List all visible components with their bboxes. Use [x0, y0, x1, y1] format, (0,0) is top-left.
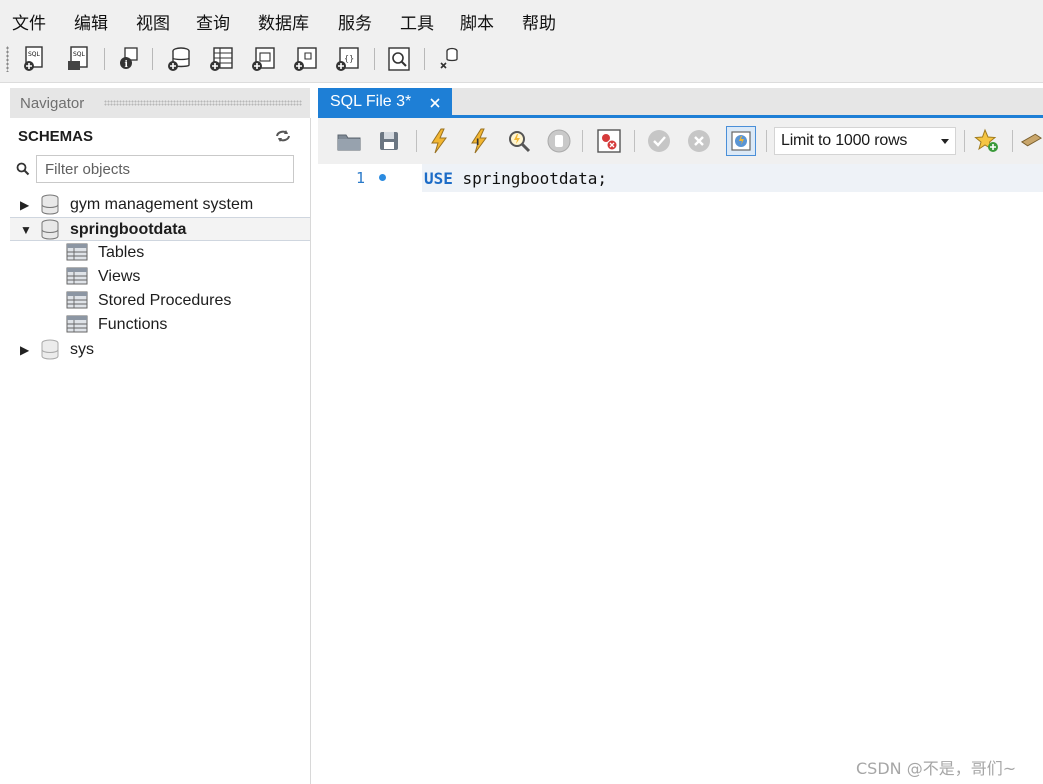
toolbar-separator: [1012, 130, 1013, 152]
tables-folder-icon: [66, 243, 90, 263]
svg-text:SQL: SQL: [73, 51, 86, 58]
execute-all-icon[interactable]: [424, 126, 454, 156]
navigator-grip[interactable]: [104, 100, 302, 106]
tree-item-label: Functions: [98, 316, 168, 333]
create-procedure-icon[interactable]: [290, 44, 320, 74]
line-number: 1: [356, 169, 366, 187]
search-data-icon[interactable]: [384, 44, 414, 74]
rollback-icon[interactable]: [684, 126, 714, 156]
database-icon: [40, 339, 60, 361]
toolbar-separator: [424, 48, 425, 70]
svg-text:SQL: SQL: [28, 51, 41, 58]
svg-text:{}: {}: [344, 54, 354, 63]
toolbar-separator: [634, 130, 635, 152]
menu-scripting[interactable]: 脚本: [460, 9, 494, 34]
schema-springbootdata[interactable]: ▼ springbootdata: [10, 217, 310, 241]
navigator-header: Navigator: [10, 88, 310, 118]
search-icon: [16, 162, 30, 176]
menu-file[interactable]: 文件: [12, 9, 46, 34]
toolbar-separator: [374, 48, 375, 70]
tree-item-functions[interactable]: Functions: [10, 313, 310, 337]
sql-editor-toolbar: I Limit to 1000 rows: [318, 118, 1043, 165]
toolbar-separator: [152, 48, 153, 70]
menu-edit[interactable]: 编辑: [74, 9, 108, 34]
close-icon[interactable]: [428, 96, 442, 110]
menu-help[interactable]: 帮助: [522, 9, 556, 34]
new-sql-tab-icon[interactable]: SQL: [20, 44, 50, 74]
menu-query[interactable]: 查询: [196, 9, 230, 34]
navigator-title: Navigator: [20, 95, 85, 112]
open-sql-script-icon[interactable]: SQL: [64, 44, 94, 74]
menu-bar: 文件 编辑 视图 查询 数据库 服务 工具 脚本 帮助: [0, 0, 1043, 38]
create-schema-icon[interactable]: [164, 44, 194, 74]
watermark: CSDN @不是，哥们~: [856, 759, 1017, 778]
toolbar-separator: [416, 130, 417, 152]
toolbar-grip: [6, 46, 9, 72]
add-snippet-icon[interactable]: [972, 126, 1002, 156]
svg-text:i: i: [125, 60, 129, 70]
toolbar-separator: [104, 48, 105, 70]
tree-item-label: Tables: [98, 244, 145, 261]
explain-icon[interactable]: [504, 126, 534, 156]
statement-marker-icon: [379, 174, 386, 181]
menu-server[interactable]: 服务: [338, 9, 372, 34]
sql-editor[interactable]: 1 USE springbootdata;: [318, 164, 1043, 784]
schema-label: sys: [70, 341, 94, 358]
reconnect-icon[interactable]: [434, 44, 464, 74]
code-text[interactable]: USE springbootdata;: [424, 169, 607, 188]
schema-label: gym management system: [70, 196, 254, 213]
menu-tools[interactable]: 工具: [400, 9, 434, 34]
refresh-icon[interactable]: [274, 128, 292, 144]
schema-gym-management-system[interactable]: ▶ gym management system: [10, 193, 310, 217]
database-icon: [40, 194, 60, 216]
tree-item-views[interactable]: Views: [10, 265, 310, 289]
views-folder-icon: [66, 267, 90, 287]
chevron-down-icon: [941, 139, 949, 144]
beautify-icon[interactable]: [1018, 126, 1043, 156]
create-function-icon[interactable]: {}: [332, 44, 362, 74]
filter-objects-input[interactable]: [43, 156, 287, 182]
svg-text:I: I: [476, 138, 479, 148]
stored-procedures-folder-icon: [66, 291, 90, 311]
code-line[interactable]: 1 USE springbootdata;: [318, 164, 1043, 192]
toolbar-separator: [766, 130, 767, 152]
tree-item-stored-procedures[interactable]: Stored Procedures: [10, 289, 310, 313]
commit-icon[interactable]: [644, 126, 674, 156]
toolbar-separator: [582, 130, 583, 152]
create-view-icon[interactable]: [248, 44, 278, 74]
navigator-panel: SCHEMAS ▶ gym management system ▼ spring…: [10, 118, 311, 784]
execute-current-icon[interactable]: I: [464, 126, 494, 156]
toggle-stop-on-error-icon[interactable]: [594, 126, 624, 156]
open-folder-icon[interactable]: [334, 126, 364, 156]
limit-rows-select[interactable]: Limit to 1000 rows: [774, 127, 956, 155]
expand-arrow-icon[interactable]: ▶: [20, 198, 29, 212]
filter-objects-field: [36, 155, 294, 183]
menu-database[interactable]: 数据库: [258, 9, 309, 34]
tab-label: SQL File 3*: [330, 93, 412, 110]
sql-identifier: springbootdata;: [452, 169, 608, 188]
schema-label: springbootdata: [70, 221, 187, 238]
expand-arrow-icon[interactable]: ▶: [20, 343, 29, 357]
stop-icon[interactable]: [544, 126, 574, 156]
schemas-label: SCHEMAS: [18, 128, 94, 145]
create-table-icon[interactable]: [206, 44, 236, 74]
sql-keyword: USE: [424, 169, 453, 188]
tree-item-label: Views: [98, 268, 141, 285]
toolbar-separator: [964, 130, 965, 152]
main-toolbar: SQL SQL i {}: [0, 38, 1043, 83]
limit-rows-value: Limit to 1000 rows: [781, 132, 908, 149]
save-icon[interactable]: [374, 126, 404, 156]
schema-inspector-icon[interactable]: i: [114, 44, 144, 74]
auto-commit-toggle-icon[interactable]: [726, 126, 756, 156]
functions-folder-icon: [66, 315, 90, 335]
schema-sys[interactable]: ▶ sys: [10, 338, 310, 362]
tree-item-label: Stored Procedures: [98, 292, 232, 309]
database-icon: [40, 219, 60, 241]
tree-item-tables[interactable]: Tables: [10, 241, 310, 265]
tab-sql-file-3[interactable]: SQL File 3*: [318, 88, 452, 118]
menu-view[interactable]: 视图: [136, 9, 170, 34]
collapse-arrow-icon[interactable]: ▼: [20, 223, 32, 237]
